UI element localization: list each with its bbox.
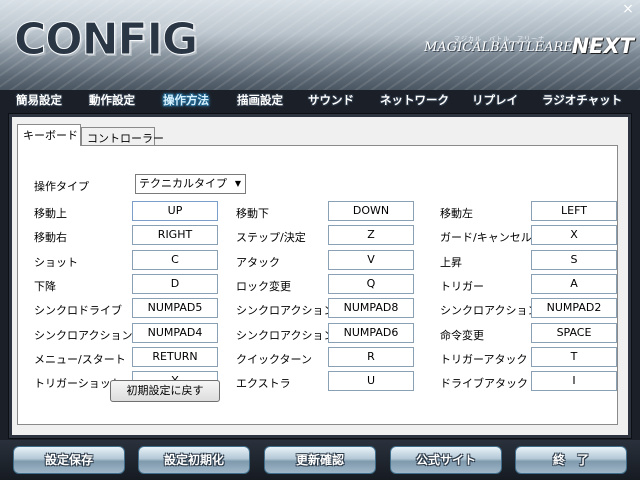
key-binding-field[interactable]: Z: [328, 225, 414, 245]
key-binding-field[interactable]: D: [132, 274, 218, 294]
save-settings-button[interactable]: 設定保存: [13, 446, 125, 474]
key-binding-field[interactable]: X: [531, 225, 617, 245]
key-binding-field[interactable]: RIGHT: [132, 225, 218, 245]
key-binding-label: シンクロドライブ: [34, 304, 122, 317]
key-binding-field[interactable]: LEFT: [531, 201, 617, 221]
logo-main-text: MAGICALBATTLEARENA: [424, 40, 594, 55]
key-binding-label: ガード/キャンセル: [440, 231, 532, 244]
panel-inner: キーボード コントローラー 操作タイプ テクニカルタイプ ▼ 移動上 UP 移動下 D…: [12, 117, 628, 435]
key-binding-field[interactable]: NUMPAD2: [531, 298, 617, 318]
reset-settings-button[interactable]: 設定初期化: [138, 446, 250, 474]
key-binding-label: クイックターン: [236, 353, 313, 366]
key-binding-field[interactable]: C: [132, 250, 218, 270]
game-logo: マジカル バトル アリーナ MAGICALBATTLEARENA NEXT: [424, 34, 634, 60]
nav-item-network[interactable]: ネットワーク: [380, 92, 449, 110]
nav-item-replay[interactable]: リプレイ: [472, 92, 518, 110]
nav-item-graphics[interactable]: 描画設定: [237, 92, 283, 110]
control-type-label: 操作タイプ: [34, 180, 89, 193]
key-binding-label: 下降: [34, 280, 56, 293]
exit-button[interactable]: 終 了: [515, 446, 627, 474]
reset-defaults-button[interactable]: 初期設定に戻す: [110, 380, 220, 402]
key-binding-field[interactable]: A: [531, 274, 617, 294]
close-icon[interactable]: ×: [622, 2, 634, 16]
chevron-down-icon: ▼: [234, 179, 241, 188]
key-binding-field[interactable]: S: [531, 250, 617, 270]
logo-next-text: NEXT: [571, 34, 634, 58]
key-binding-label: ドライブアタック: [440, 377, 528, 390]
key-binding-field[interactable]: T: [531, 347, 617, 367]
key-binding-label: 移動上: [34, 207, 67, 220]
nav-item-sound[interactable]: サウンド: [308, 92, 354, 110]
key-binding-label: 命令変更: [440, 329, 484, 342]
keyboard-tab-content: 操作タイプ テクニカルタイプ ▼ 移動上 UP 移動下 DOWN 移動左 LEFT 移動右 R…: [17, 145, 618, 425]
key-binding-field[interactable]: U: [328, 371, 414, 391]
key-binding-label: メニュー/スタート: [34, 353, 126, 366]
footer-bar: 設定保存 設定初期化 更新確認 公式サイト 終 了: [0, 440, 640, 480]
page-title: CONFIG: [13, 14, 198, 66]
nav-item-behavior-settings[interactable]: 動作設定: [89, 92, 135, 110]
key-binding-label: 移動右: [34, 231, 67, 244]
key-binding-field[interactable]: NUMPAD6: [328, 323, 414, 343]
key-binding-field[interactable]: UP: [132, 201, 218, 221]
control-type-select[interactable]: テクニカルタイプ ▼: [135, 174, 246, 194]
key-binding-field[interactable]: NUMPAD8: [328, 298, 414, 318]
key-binding-label: ショット: [34, 256, 78, 269]
control-type-value: テクニカルタイプ: [139, 177, 227, 190]
key-binding-field[interactable]: NUMPAD5: [132, 298, 218, 318]
key-binding-field[interactable]: NUMPAD4: [132, 323, 218, 343]
key-binding-label: 上昇: [440, 256, 462, 269]
official-site-button[interactable]: 公式サイト: [390, 446, 502, 474]
key-binding-field[interactable]: V: [328, 250, 414, 270]
key-binding-label: トリガー: [440, 280, 484, 293]
config-nav: 簡易設定 動作設定 操作方法 描画設定 サウンド ネットワーク リプレイ ラジオ…: [0, 90, 640, 112]
check-updates-button[interactable]: 更新確認: [264, 446, 376, 474]
key-binding-label: 移動下: [236, 207, 269, 220]
key-binding-label: トリガーショット: [34, 377, 122, 390]
key-binding-field[interactable]: DOWN: [328, 201, 414, 221]
nav-item-controls[interactable]: 操作方法: [163, 92, 209, 110]
key-binding-label: トリガーアタック: [440, 353, 528, 366]
tab-keyboard[interactable]: キーボード: [17, 124, 81, 146]
key-binding-field[interactable]: R: [328, 347, 414, 367]
key-binding-label: アタック: [236, 256, 280, 269]
header-banner: × CONFIG マジカル バトル アリーナ MAGICALBATTLEAREN…: [0, 0, 640, 90]
controls-panel: キーボード コントローラー 操作タイプ テクニカルタイプ ▼ 移動上 UP 移動下 D…: [8, 113, 632, 439]
key-binding-label: 移動左: [440, 207, 473, 220]
nav-item-radio-chat[interactable]: ラジオチャット: [542, 92, 622, 110]
key-binding-label: エクストラ: [236, 377, 291, 390]
key-binding-label: ロック変更: [236, 280, 291, 293]
key-binding-field[interactable]: I: [531, 371, 617, 391]
nav-item-quick-settings[interactable]: 簡易設定: [16, 92, 62, 110]
key-binding-label: シンクロアクション左: [34, 329, 144, 342]
key-binding-field[interactable]: SPACE: [531, 323, 617, 343]
tab-controller[interactable]: コントローラー: [81, 127, 164, 146]
key-binding-field[interactable]: RETURN: [132, 347, 218, 367]
key-binding-label: ステップ/決定: [236, 231, 306, 244]
key-binding-field[interactable]: Q: [328, 274, 414, 294]
